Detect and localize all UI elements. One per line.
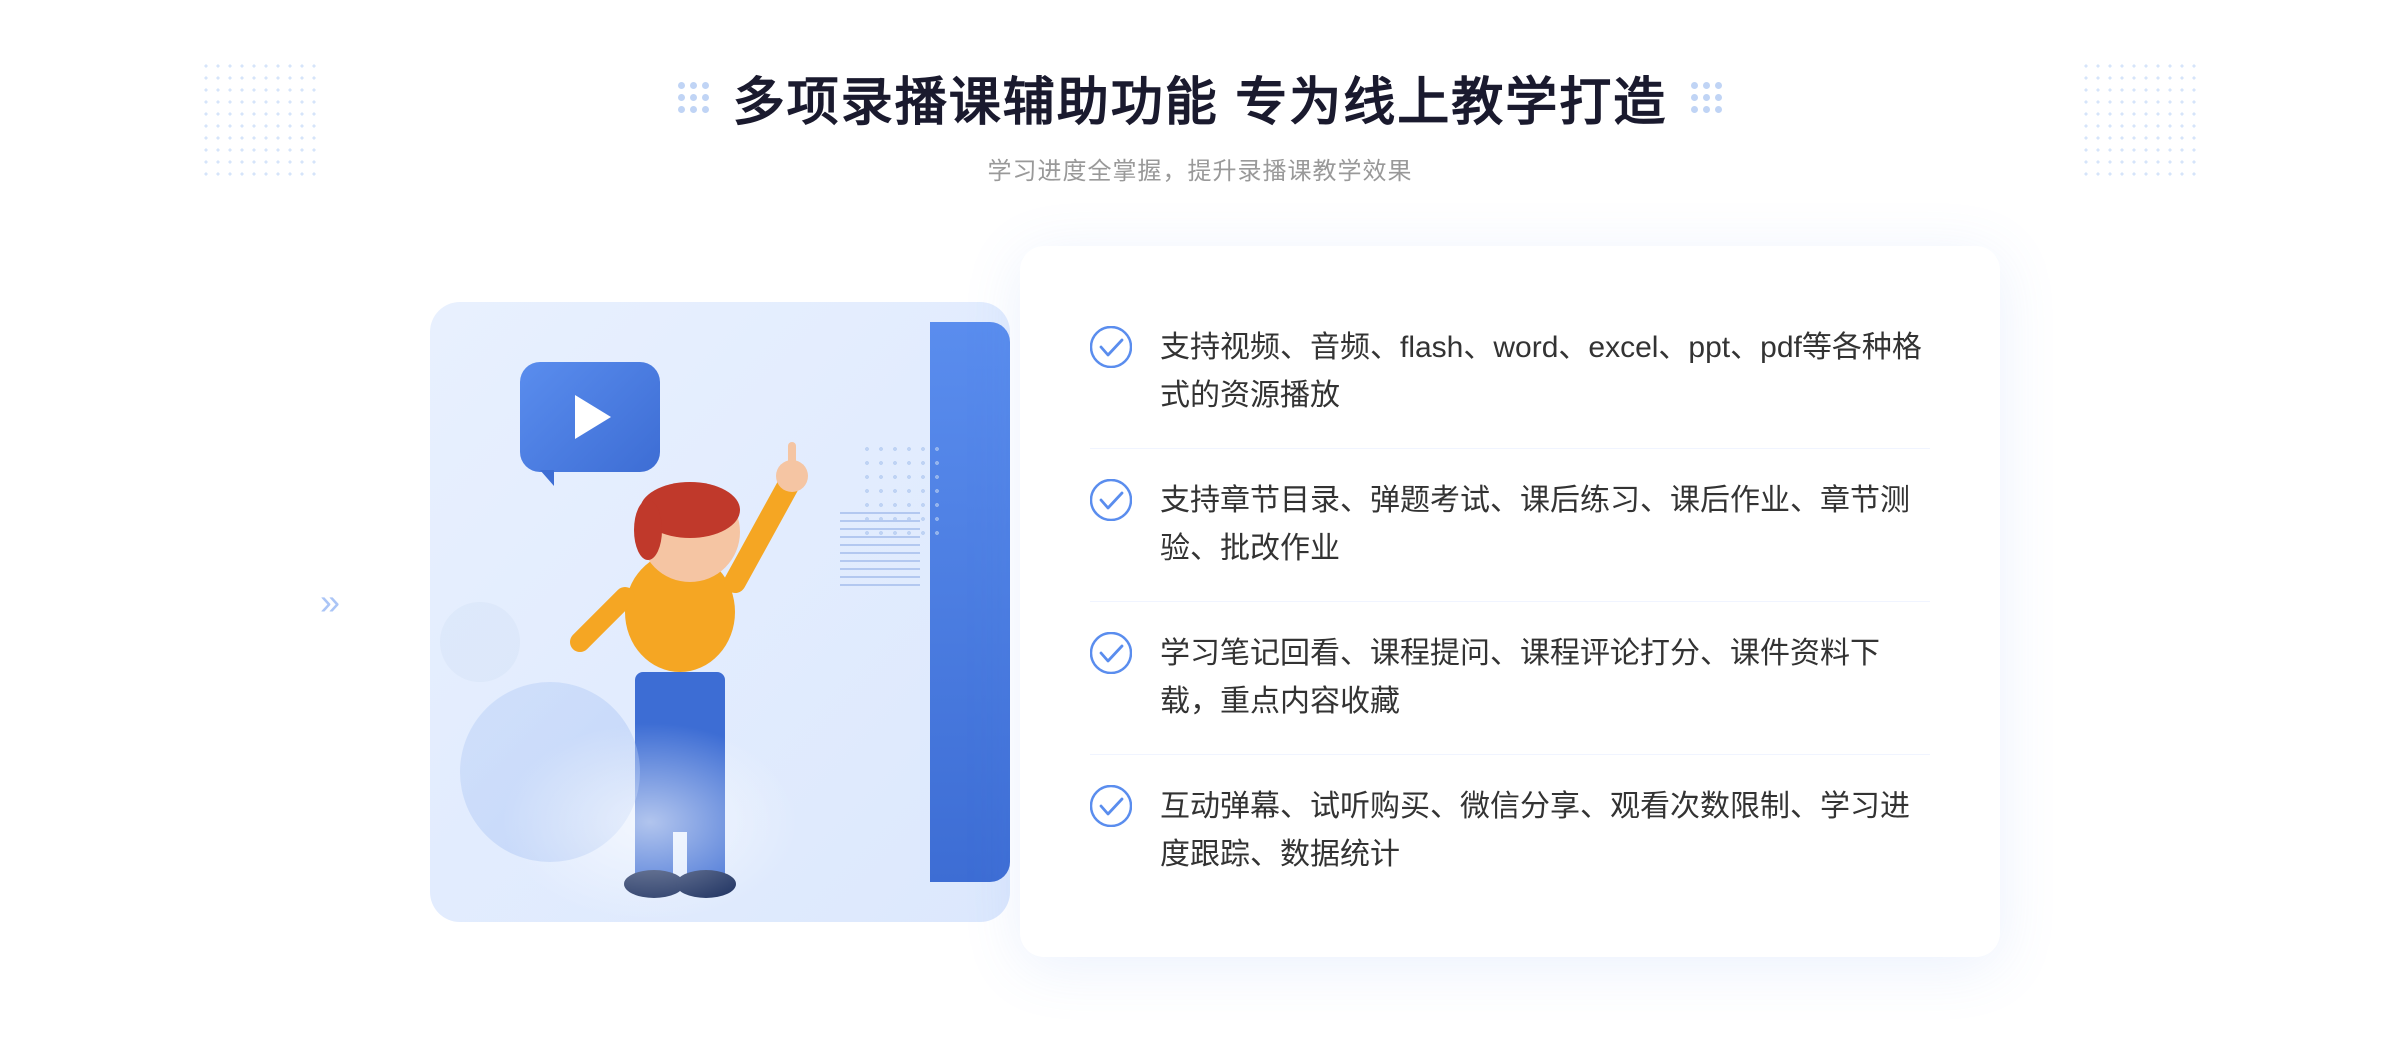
sparkle-dot [1703,82,1710,89]
feature-item-4: 互动弹幕、试听购买、微信分享、观看次数限制、学习进度跟踪、数据统计 [1090,755,1930,907]
check-circle-icon-1 [1090,326,1132,368]
feature-item-1: 支持视频、音频、flash、word、excel、ppt、pdf等各种格式的资源… [1090,296,1930,449]
sparkle-dot [1691,106,1698,113]
page-wrapper: 多项录播课辅助功能 专为线上教学打造 [0,0,2400,1037]
check-circle-icon-3 [1090,632,1132,674]
check-circle-icon-2 [1090,479,1132,521]
blue-accent-panel [930,322,1010,882]
sparkle-dot [702,82,709,89]
chevrons-left-decoration: » [320,584,340,620]
sparkle-dot [1691,82,1698,89]
feature-text-3: 学习笔记回看、课程提问、课程评论打分、课件资料下载，重点内容收藏 [1160,630,1930,726]
features-card: 支持视频、音频、flash、word、excel、ppt、pdf等各种格式的资源… [1020,246,2000,957]
sparkle-dot [678,82,685,89]
page-title: 多项录播课辅助功能 专为线上教学打造 [733,60,1667,135]
check-circle-icon-4 [1090,785,1132,827]
sparkle-left [678,82,709,113]
sparkle-dot [1715,94,1722,101]
sparkle-dot [1715,82,1722,89]
sparkle-dot [1703,106,1710,113]
title-row: 多项录播课辅助功能 专为线上教学打造 [678,60,1722,135]
illustration-panel [400,262,1040,942]
sparkle-dot [702,94,709,101]
dots-decoration-topleft [200,60,320,180]
sparkle-dot [690,106,697,113]
chevron-right-icon: » [320,584,340,620]
sparkle-dot [678,94,685,101]
stripes-decoration [840,512,920,592]
page-subtitle: 学习进度全掌握，提升录播课教学效果 [678,151,1722,186]
feature-text-2: 支持章节目录、弹题考试、课后练习、课后作业、章节测验、批改作业 [1160,477,1930,573]
feature-item-3: 学习笔记回看、课程提问、课程评论打分、课件资料下载，重点内容收藏 [1090,602,1930,755]
feature-item-2: 支持章节目录、弹题考试、课后练习、课后作业、章节测验、批改作业 [1090,449,1930,602]
sparkle-dot [1703,94,1710,101]
sparkle-dot [690,94,697,101]
sparkle-dot [1715,106,1722,113]
sparkle-dot [678,106,685,113]
content-area: » [400,246,2000,957]
sparkle-dot [1691,94,1698,101]
circle-decoration-2 [440,602,520,682]
sparkle-right [1691,82,1722,113]
spotlight-effect [500,722,800,922]
feature-text-4: 互动弹幕、试听购买、微信分享、观看次数限制、学习进度跟踪、数据统计 [1160,783,1930,879]
header-section: 多项录播课辅助功能 专为线上教学打造 [678,60,1722,186]
sparkle-dot [702,106,709,113]
sparkle-dot [690,82,697,89]
feature-text-1: 支持视频、音频、flash、word、excel、ppt、pdf等各种格式的资源… [1160,324,1930,420]
dots-decoration-topright [2080,60,2200,180]
